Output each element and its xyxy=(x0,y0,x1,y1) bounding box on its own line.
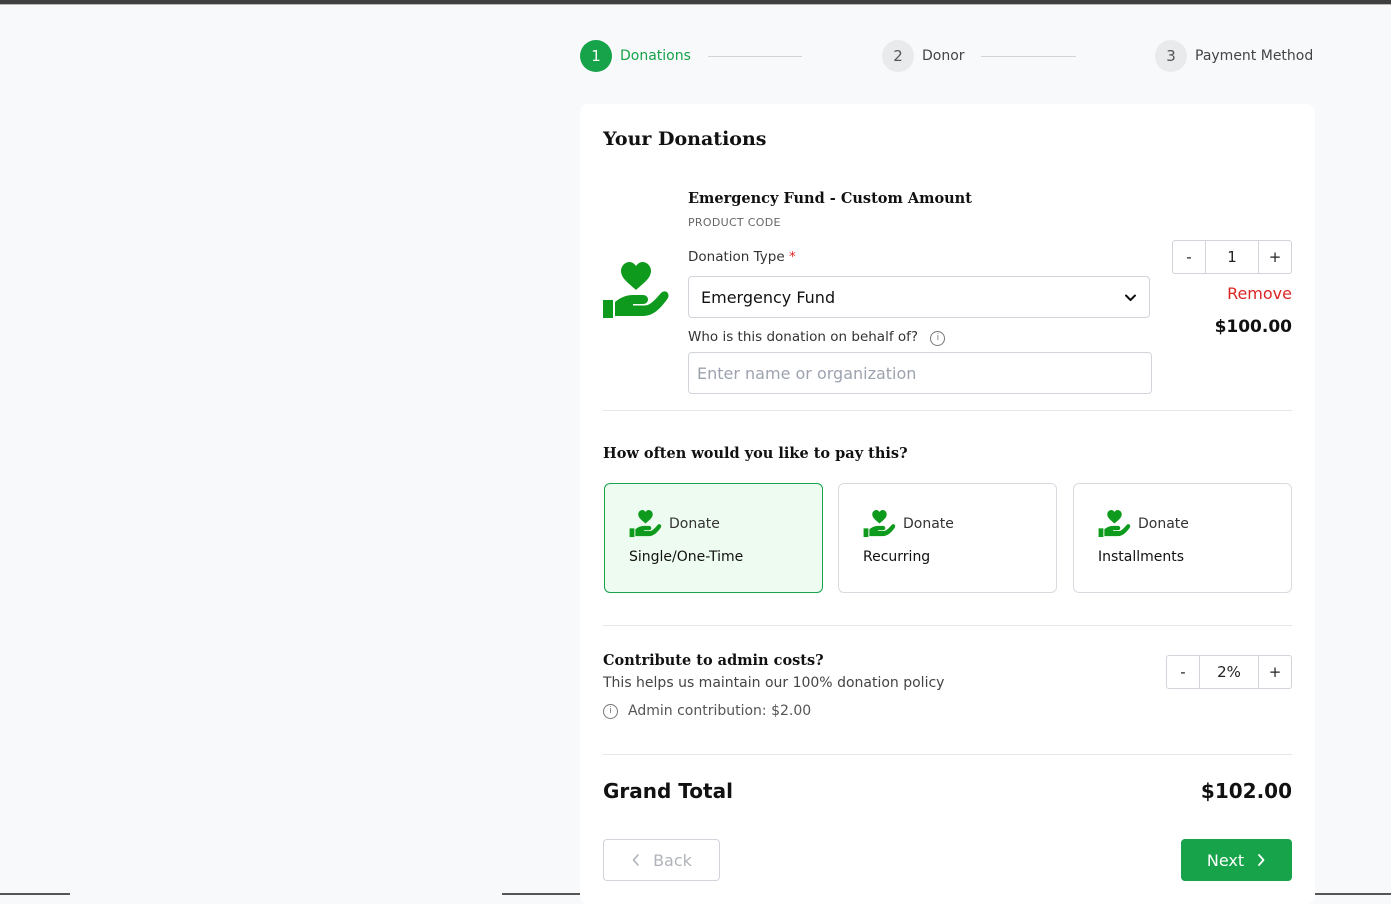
section-divider xyxy=(603,625,1292,626)
info-icon: i xyxy=(603,703,618,719)
frequency-name: Recurring xyxy=(863,549,931,565)
step-label: Payment Method xyxy=(1195,48,1314,64)
step-number: 3 xyxy=(1155,40,1187,72)
donation-type-value: Emergency Fund xyxy=(701,287,836,307)
quantity-stepper: - + xyxy=(1172,240,1292,274)
required-marker: * xyxy=(788,249,796,265)
remove-item-link[interactable]: Remove xyxy=(1227,284,1292,303)
frequency-name: Single/One-Time xyxy=(629,549,744,565)
frequency-kind: Donate xyxy=(1138,516,1189,532)
frequency-name: Installments xyxy=(1098,549,1185,565)
admin-costs-title: Contribute to admin costs? xyxy=(603,652,824,669)
admin-percent-decrement-button[interactable]: - xyxy=(1166,655,1200,689)
item-price: $100.00 xyxy=(1214,317,1292,337)
frequency-question: How often would you like to pay this? xyxy=(603,445,908,462)
chevron-down-icon xyxy=(1125,294,1136,301)
quantity-increment-button[interactable]: + xyxy=(1258,240,1292,274)
admin-contribution-text: Admin contribution: $2.00 xyxy=(628,703,812,719)
step-label: Donations xyxy=(620,48,691,64)
admin-percent-input[interactable] xyxy=(1200,655,1258,689)
hand-heart-icon xyxy=(603,262,669,320)
donations-card: Your Donations Emergency Fund - Custom A… xyxy=(580,104,1315,904)
back-button-label: Back xyxy=(653,850,692,870)
back-button[interactable]: Back xyxy=(603,839,720,881)
admin-percent-stepper: - + xyxy=(1166,655,1292,689)
behalf-label: Who is this donation on behalf of? i xyxy=(688,329,946,346)
step-donations[interactable]: 1 Donations xyxy=(580,40,691,72)
donation-type-label: Donation Type * xyxy=(688,249,796,265)
hand-heart-icon xyxy=(1098,510,1131,538)
info-icon[interactable]: i xyxy=(930,331,946,346)
frequency-kind: Donate xyxy=(903,516,954,532)
admin-percent-increment-button[interactable]: + xyxy=(1258,655,1292,689)
window-top-border-shadow xyxy=(0,4,1391,5)
section-divider xyxy=(603,410,1292,411)
frequency-kind: Donate xyxy=(669,516,720,532)
frequency-option-installments[interactable]: Donate Installments xyxy=(1073,483,1292,593)
donation-type-select[interactable]: Emergency Fund xyxy=(688,276,1150,318)
section-divider xyxy=(603,754,1292,755)
next-button[interactable]: Next xyxy=(1181,839,1292,881)
product-code: PRODUCT CODE xyxy=(688,216,781,229)
checkout-stepper: 1 Donations 2 Donor 3 Payment Method xyxy=(580,40,1316,72)
admin-costs-description: This helps us maintain our 100% donation… xyxy=(603,675,945,691)
page-title: Your Donations xyxy=(603,128,767,150)
step-number: 1 xyxy=(580,40,612,72)
step-donor[interactable]: 2 Donor xyxy=(882,40,965,72)
chevron-right-icon xyxy=(1258,854,1265,866)
next-button-label: Next xyxy=(1206,850,1245,870)
frequency-option-single[interactable]: Donate Single/One-Time xyxy=(604,483,823,593)
donation-type-label-text: Donation Type xyxy=(688,249,785,265)
step-connector xyxy=(981,56,1076,57)
step-payment-method[interactable]: 3 Payment Method xyxy=(1155,40,1313,72)
hand-heart-icon xyxy=(863,510,896,538)
grand-total-value: $102.00 xyxy=(1200,779,1292,803)
hand-heart-icon xyxy=(629,510,662,538)
quantity-decrement-button[interactable]: - xyxy=(1172,240,1206,274)
frequency-option-recurring[interactable]: Donate Recurring xyxy=(838,483,1057,593)
admin-contribution-note: i Admin contribution: $2.00 xyxy=(603,703,811,719)
step-connector xyxy=(708,56,802,57)
quantity-input[interactable] xyxy=(1206,240,1258,274)
chevron-left-icon xyxy=(632,854,639,866)
behalf-name-input[interactable] xyxy=(688,352,1152,394)
step-number: 2 xyxy=(882,40,914,72)
step-label: Donor xyxy=(922,48,965,64)
product-name: Emergency Fund - Custom Amount xyxy=(688,190,972,207)
behalf-label-text: Who is this donation on behalf of? xyxy=(688,329,919,345)
grand-total-label: Grand Total xyxy=(603,779,733,803)
